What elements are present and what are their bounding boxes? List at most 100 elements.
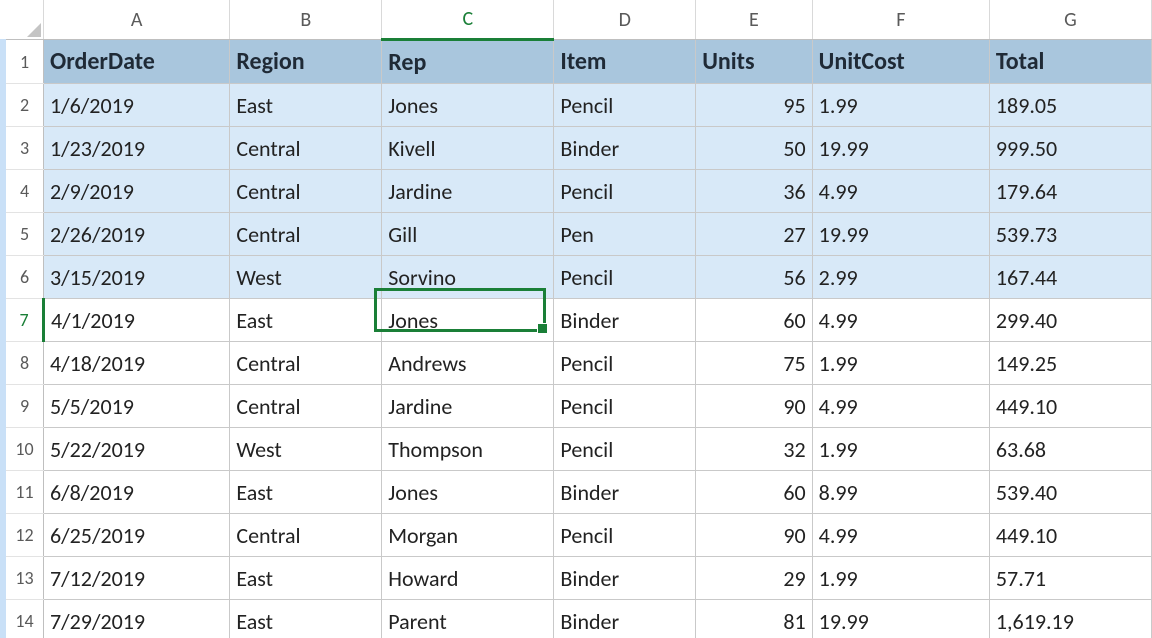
- cell[interactable]: Binder: [554, 600, 696, 638]
- col-header-C[interactable]: C: [382, 0, 554, 40]
- cell[interactable]: 4.99: [812, 385, 989, 428]
- cell[interactable]: Pencil: [554, 385, 696, 428]
- cell[interactable]: 167.44: [989, 256, 1151, 299]
- cell[interactable]: 19.99: [812, 213, 989, 256]
- spreadsheet-grid[interactable]: A B C D E F G 1 OrderDate Region Rep Ite…: [0, 0, 1152, 638]
- cell[interactable]: 1.99: [812, 428, 989, 471]
- cell[interactable]: 3/15/2019: [44, 256, 230, 299]
- cell[interactable]: Thompson: [382, 428, 554, 471]
- cell[interactable]: East: [230, 557, 382, 600]
- cell[interactable]: 19.99: [812, 127, 989, 170]
- cell[interactable]: 539.40: [989, 471, 1151, 514]
- cell[interactable]: 60: [696, 299, 812, 342]
- cell[interactable]: East: [230, 299, 382, 342]
- row-header[interactable]: 11: [3, 471, 44, 514]
- col-header-G[interactable]: G: [989, 0, 1151, 40]
- cell[interactable]: 449.10: [989, 514, 1151, 557]
- row-header[interactable]: 6: [3, 256, 44, 299]
- cell[interactable]: Central: [230, 385, 382, 428]
- cell[interactable]: 539.73: [989, 213, 1151, 256]
- cell[interactable]: Binder: [554, 299, 696, 342]
- cell[interactable]: 6/8/2019: [44, 471, 230, 514]
- cell[interactable]: 4/1/2019: [44, 299, 230, 342]
- cell[interactable]: Central: [230, 342, 382, 385]
- cell[interactable]: Central: [230, 127, 382, 170]
- select-all-corner[interactable]: [3, 0, 44, 40]
- header-rep[interactable]: Rep: [382, 40, 554, 84]
- header-units[interactable]: Units: [696, 40, 812, 84]
- cell[interactable]: 1/23/2019: [44, 127, 230, 170]
- cell[interactable]: 95: [696, 84, 812, 127]
- cell[interactable]: Morgan: [382, 514, 554, 557]
- row-header[interactable]: 8: [3, 342, 44, 385]
- cell[interactable]: Pencil: [554, 428, 696, 471]
- cell[interactable]: 7/29/2019: [44, 600, 230, 638]
- col-header-B[interactable]: B: [230, 0, 382, 40]
- cell[interactable]: 4/18/2019: [44, 342, 230, 385]
- row-header[interactable]: 13: [3, 557, 44, 600]
- cell[interactable]: West: [230, 256, 382, 299]
- cell[interactable]: 5/22/2019: [44, 428, 230, 471]
- cell[interactable]: 2/26/2019: [44, 213, 230, 256]
- cell[interactable]: 4.99: [812, 514, 989, 557]
- row-header[interactable]: 14: [3, 600, 44, 638]
- cell[interactable]: 56: [696, 256, 812, 299]
- cell[interactable]: Jardine: [382, 170, 554, 213]
- row-header[interactable]: 10: [3, 428, 44, 471]
- cell[interactable]: Jardine: [382, 385, 554, 428]
- col-header-E[interactable]: E: [696, 0, 812, 40]
- cell[interactable]: 90: [696, 514, 812, 557]
- cell-active[interactable]: Jones: [382, 299, 554, 342]
- cell[interactable]: 189.05: [989, 84, 1151, 127]
- cell[interactable]: 27: [696, 213, 812, 256]
- cell[interactable]: 1,619.19: [989, 600, 1151, 638]
- cell[interactable]: Andrews: [382, 342, 554, 385]
- cell[interactable]: 90: [696, 385, 812, 428]
- cell[interactable]: 2/9/2019: [44, 170, 230, 213]
- row-header[interactable]: 12: [3, 514, 44, 557]
- cell[interactable]: Parent: [382, 600, 554, 638]
- cell[interactable]: 2.99: [812, 256, 989, 299]
- cell[interactable]: 57.71: [989, 557, 1151, 600]
- cell[interactable]: 50: [696, 127, 812, 170]
- cell[interactable]: Jones: [382, 471, 554, 514]
- cell[interactable]: West: [230, 428, 382, 471]
- cell[interactable]: 32: [696, 428, 812, 471]
- row-header[interactable]: 5: [3, 213, 44, 256]
- cell[interactable]: 29: [696, 557, 812, 600]
- cell[interactable]: Pencil: [554, 84, 696, 127]
- col-header-D[interactable]: D: [554, 0, 696, 40]
- row-header[interactable]: 2: [3, 84, 44, 127]
- cell[interactable]: 63.68: [989, 428, 1151, 471]
- cell[interactable]: 36: [696, 170, 812, 213]
- header-item[interactable]: Item: [554, 40, 696, 84]
- cell[interactable]: 4.99: [812, 170, 989, 213]
- header-unitcost[interactable]: UnitCost: [812, 40, 989, 84]
- cell[interactable]: 149.25: [989, 342, 1151, 385]
- cell[interactable]: 179.64: [989, 170, 1151, 213]
- cell[interactable]: Binder: [554, 127, 696, 170]
- header-total[interactable]: Total: [989, 40, 1151, 84]
- cell[interactable]: 6/25/2019: [44, 514, 230, 557]
- cell[interactable]: 60: [696, 471, 812, 514]
- cell[interactable]: Pencil: [554, 342, 696, 385]
- cell[interactable]: Central: [230, 170, 382, 213]
- cell[interactable]: East: [230, 471, 382, 514]
- cell[interactable]: Howard: [382, 557, 554, 600]
- cell[interactable]: 449.10: [989, 385, 1151, 428]
- cell[interactable]: 75: [696, 342, 812, 385]
- cell[interactable]: Pen: [554, 213, 696, 256]
- cell[interactable]: Jones: [382, 84, 554, 127]
- cell[interactable]: Gill: [382, 213, 554, 256]
- cell[interactable]: East: [230, 600, 382, 638]
- spreadsheet-viewport[interactable]: A B C D E F G 1 OrderDate Region Rep Ite…: [0, 0, 1152, 638]
- row-header[interactable]: 3: [3, 127, 44, 170]
- row-header-1[interactable]: 1: [3, 40, 44, 84]
- cell[interactable]: East: [230, 84, 382, 127]
- cell[interactable]: Sorvino: [382, 256, 554, 299]
- cell[interactable]: Pencil: [554, 170, 696, 213]
- cell[interactable]: 999.50: [989, 127, 1151, 170]
- cell[interactable]: Kivell: [382, 127, 554, 170]
- cell[interactable]: 81: [696, 600, 812, 638]
- cell[interactable]: 8.99: [812, 471, 989, 514]
